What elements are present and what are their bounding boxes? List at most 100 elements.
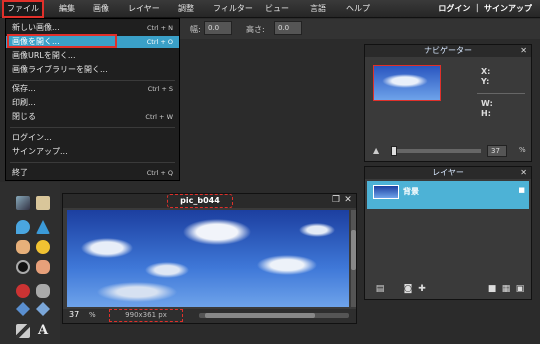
vertical-scrollbar[interactable] <box>351 210 356 307</box>
restore-icon[interactable]: ❐ <box>331 195 341 206</box>
image-statusbar: 37 % 990x361 px <box>63 309 356 323</box>
menu-file[interactable]: ファイル <box>2 0 44 18</box>
menu-divider <box>10 127 175 128</box>
zoom-input[interactable]: 37 <box>487 145 507 157</box>
new-layer-icon[interactable]: ■ <box>487 284 497 294</box>
menu-item-label: ログイン... <box>12 133 52 142</box>
navigator-panel: ナビゲーター ✕ X: Y: W: H: ▲ 37 % <box>364 44 532 162</box>
w-label: W: <box>481 99 493 108</box>
image-canvas[interactable] <box>67 210 349 307</box>
menu-item-new-image[interactable]: 新しい画像... Ctrl + N <box>6 22 179 34</box>
x-label: X: <box>481 67 491 76</box>
menu-item-close[interactable]: 閉じる Ctrl + W <box>6 111 179 123</box>
height-input[interactable]: 0.0 <box>274 21 302 35</box>
shortcut-text: Ctrl + Q <box>146 169 173 177</box>
navigator-preview[interactable] <box>373 65 441 101</box>
eraser-tool-icon[interactable] <box>36 196 50 210</box>
close-icon[interactable]: ✕ <box>343 195 353 206</box>
menu-item-open-url[interactable]: 画像URLを開く... <box>6 50 179 62</box>
delete-layer-icon[interactable]: ▦ <box>501 284 511 294</box>
scroll-thumb[interactable] <box>205 313 315 318</box>
menu-item-label: 保存... <box>12 84 36 93</box>
width-input[interactable]: 0.0 <box>204 21 232 35</box>
menu-edit[interactable]: 編集 <box>59 0 75 18</box>
login-signup-link[interactable]: ログイン ｜ サインアップ <box>438 0 532 18</box>
menu-image[interactable]: 画像 <box>93 0 109 18</box>
lock-icon[interactable]: ■ <box>518 186 525 194</box>
menu-item-label: 新しい画像... <box>12 23 60 32</box>
horizontal-scrollbar[interactable] <box>199 313 349 318</box>
panel-title: ナビゲーター <box>365 45 531 57</box>
menu-item-label: サインアップ... <box>12 147 68 156</box>
menu-view[interactable]: ビュー <box>265 0 289 18</box>
layer-name: 背景 <box>403 187 419 196</box>
close-icon[interactable]: ✕ <box>520 167 527 179</box>
y-label: Y: <box>481 77 490 86</box>
sponge-tool-icon[interactable] <box>36 240 50 254</box>
drop-tool-icon[interactable] <box>16 220 30 234</box>
menu-item-save[interactable]: 保存... Ctrl + S <box>6 83 179 95</box>
color-picker-icon[interactable] <box>16 302 30 316</box>
smudge-tool-icon[interactable] <box>36 260 50 274</box>
shortcut-text: Ctrl + N <box>146 24 173 32</box>
layers-panel: レイヤー ✕ 背景 ■ ▤ ◙ ✚ ■ ▦ ▣ <box>364 166 532 300</box>
image-window-titlebar[interactable]: pic_b044 ❐ ✕ <box>63 194 356 208</box>
hand-tool-icon[interactable] <box>16 240 30 254</box>
menu-item-label: 終了 <box>12 168 28 177</box>
shortcut-text: Ctrl + S <box>147 85 173 93</box>
layer-mask-icon[interactable]: ◙ <box>403 284 413 294</box>
layer-item[interactable]: 背景 ■ <box>367 181 529 209</box>
menu-item-open-library[interactable]: 画像ライブラリーを開く... <box>6 64 179 76</box>
menu-help[interactable]: ヘルプ <box>346 0 370 18</box>
divider <box>477 93 525 94</box>
sharpen-tool-icon[interactable] <box>36 220 50 234</box>
zoom-value[interactable]: 37 <box>69 310 79 319</box>
panel-title: レイヤー <box>365 167 531 179</box>
zoom-slider-handle[interactable] <box>391 146 397 156</box>
menu-item-login[interactable]: ログイン... <box>6 132 179 144</box>
duplicate-layer-icon[interactable]: ▣ <box>515 284 525 294</box>
scroll-thumb[interactable] <box>351 230 356 270</box>
menu-divider <box>10 162 175 163</box>
text-tool-icon[interactable]: A <box>36 324 50 338</box>
zoom-out-icon[interactable]: ▲ <box>373 146 379 155</box>
menu-item-label: 画像URLを開く... <box>12 51 76 60</box>
zoom-slider[interactable] <box>391 149 481 153</box>
zoom-tool-icon[interactable] <box>16 260 30 274</box>
close-icon[interactable]: ✕ <box>520 45 527 57</box>
menu-language[interactable]: 言語 <box>310 0 326 18</box>
menu-item-label: 画像ライブラリーを開く... <box>12 65 108 74</box>
menubar: ファイル 編集 画像 レイヤー 調整 フィルター ビュー 言語 ヘルプ ログイン… <box>0 0 540 18</box>
menu-adjust[interactable]: 調整 <box>178 0 194 18</box>
menu-item-label: 閉じる <box>12 112 36 121</box>
add-layer-icon[interactable]: ✚ <box>417 284 427 294</box>
image-dimensions: 990x361 px <box>109 309 183 322</box>
menu-item-print[interactable]: 印刷... <box>6 97 179 109</box>
menu-divider <box>10 80 175 81</box>
layer-settings-icon[interactable]: ▤ <box>375 284 385 294</box>
menu-item-signup[interactable]: サインアップ... <box>6 146 179 158</box>
menu-layer[interactable]: レイヤー <box>128 0 160 18</box>
pencil-tool-icon[interactable] <box>16 324 30 338</box>
layer-toolbar: ▤ ◙ ✚ ■ ▦ ▣ <box>365 281 531 299</box>
tools-panel: A <box>0 182 60 344</box>
move-tool-icon[interactable] <box>36 302 50 316</box>
navigator-zoom-row: ▲ 37 % <box>365 143 531 159</box>
red-eye-tool-icon[interactable] <box>16 284 30 298</box>
magic-wand-tool-icon[interactable] <box>16 196 30 210</box>
image-name: pic_b044 <box>167 194 233 208</box>
h-label: H: <box>481 109 491 118</box>
clone-tool-icon[interactable] <box>36 284 50 298</box>
zoom-unit: % <box>519 146 526 154</box>
shortcut-text: Ctrl + O <box>146 38 173 46</box>
menu-item-label: 印刷... <box>12 98 36 107</box>
width-label: 幅: <box>190 25 201 34</box>
shortcut-text: Ctrl + W <box>145 113 173 121</box>
options-bar: 幅: 0.0 高さ: 0.0 <box>180 19 540 39</box>
open-image-highlight-box <box>7 34 117 48</box>
image-window: pic_b044 ❐ ✕ 37 % 990x361 px <box>62 193 357 324</box>
height-label: 高さ: <box>246 25 265 34</box>
menu-filter[interactable]: フィルター <box>213 0 253 18</box>
layer-thumbnail <box>373 185 399 199</box>
menu-item-exit[interactable]: 終了 Ctrl + Q <box>6 167 179 179</box>
